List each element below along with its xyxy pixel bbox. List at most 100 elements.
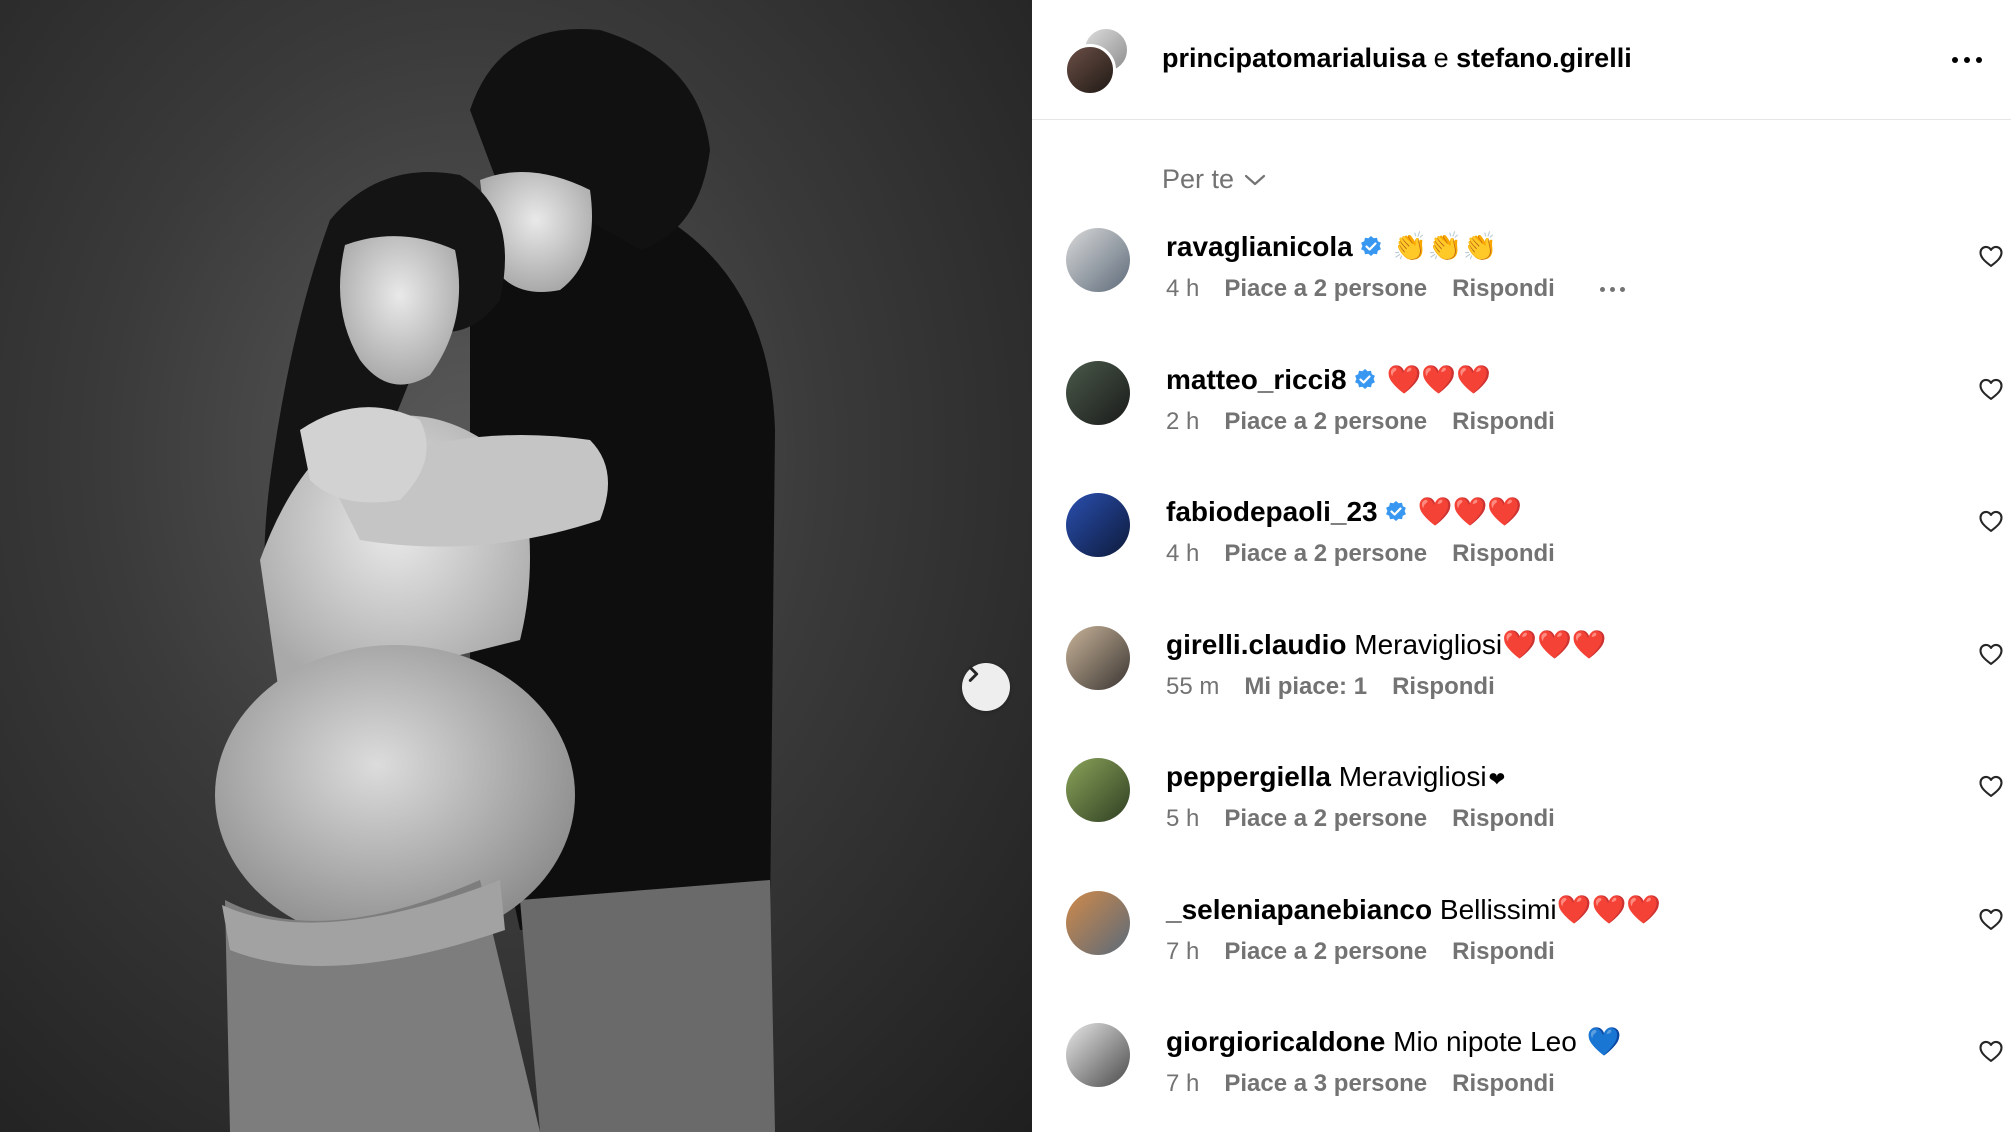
avatar[interactable] <box>1066 1023 1130 1087</box>
comment-likes[interactable]: Piace a 2 persone <box>1224 274 1427 304</box>
comment-time[interactable]: 5 h <box>1166 804 1199 834</box>
comment-item: _seleniapanebianco Bellissimi❤️❤️❤️ 7 h Pi… <box>1032 890 2011 1023</box>
avatar[interactable] <box>1066 758 1130 822</box>
comment-body: ravaglianicola 👏👏👏 <box>1166 228 1497 266</box>
comment-body: giorgioricaldone Mio nipote Leo 💙 <box>1166 1023 1622 1061</box>
dot <box>1964 57 1970 63</box>
comment-username[interactable]: matteo_ricci8 <box>1166 364 1347 395</box>
comment-text: Meravigliosi <box>1338 761 1487 792</box>
author-username[interactable]: principatomarialuisa <box>1162 43 1426 73</box>
comment-likes[interactable]: Piace a 3 persone <box>1224 1069 1427 1099</box>
avatar[interactable] <box>1066 890 1130 955</box>
reply-button[interactable]: Rispondi <box>1452 539 1555 569</box>
comment-meta: 5 h Piace a 2 persone Rispondi <box>1166 804 1555 834</box>
reply-button[interactable]: Rispondi <box>1452 274 1555 304</box>
comment-username[interactable]: _seleniapanebianco <box>1166 894 1432 925</box>
comment-item: giorgioricaldone Mio nipote Leo 💙 7 h Piace… <box>1032 1023 2011 1132</box>
couple-photo-illustration <box>215 29 775 1132</box>
comment-emoji: ❤️❤️❤️ <box>1556 892 1662 926</box>
comment-time[interactable]: 55 m <box>1166 672 1219 702</box>
comment-username[interactable]: ravaglianicola <box>1166 231 1353 262</box>
heart-outline-icon[interactable] <box>1977 1037 2005 1065</box>
comment-likes[interactable]: Piace a 2 persone <box>1224 937 1427 967</box>
reply-button[interactable]: Rispondi <box>1452 1069 1555 1099</box>
chevron-down-icon <box>1244 174 1266 185</box>
comment-item: fabiodepaoli_23 ❤️❤️❤️ 4 h Piace a 2 person… <box>1032 493 2011 625</box>
more-horizontal-icon <box>1599 286 1605 292</box>
reply-button[interactable]: Rispondi <box>1452 407 1555 437</box>
comment-emoji: ❤️❤️❤️ <box>1502 627 1607 661</box>
comment-username[interactable]: fabiodepaoli_23 <box>1166 496 1378 527</box>
comment-body: girelli.claudio Meravigliosi❤️❤️❤️ <box>1166 626 1607 664</box>
comment-body: fabiodepaoli_23 ❤️❤️❤️ <box>1166 493 1522 531</box>
comment-username[interactable]: giorgioricaldone <box>1166 1026 1385 1057</box>
verified-badge-icon <box>1354 368 1375 389</box>
comment-likes[interactable]: Mi piace: 1 <box>1244 672 1367 702</box>
comment-item: peppergiella Meravigliosi ❤ 5 h Piace a 2 p… <box>1032 758 2011 890</box>
heart-outline-icon[interactable] <box>1977 772 2005 800</box>
dot <box>1976 57 1982 63</box>
comment-time[interactable]: 2 h <box>1166 407 1199 437</box>
verified-badge-icon <box>1385 501 1406 521</box>
more-options-button[interactable] <box>1947 52 1987 68</box>
reply-button[interactable]: Rispondi <box>1452 804 1555 834</box>
comment-meta: 55 m Mi piace: 1 Rispondi <box>1166 672 1495 702</box>
avatar[interactable] <box>1066 493 1130 557</box>
more-horizontal-icon <box>1952 57 1958 63</box>
comment-emoji: 👏👏👏 <box>1392 230 1498 263</box>
comment-meta: 4 h Piace a 2 persone Rispondi <box>1166 274 1625 304</box>
comment-item: matteo_ricci8 ❤️❤️❤️ 2 h Piace a 2 persone R… <box>1032 360 2011 493</box>
heart-outline-icon[interactable] <box>1977 905 2005 933</box>
comment-emoji: 💙 <box>1586 1025 1622 1058</box>
author-joiner: e <box>1433 43 1449 73</box>
collab-avatars[interactable] <box>1064 26 1130 96</box>
avatar[interactable] <box>1066 360 1130 425</box>
comment-time[interactable]: 4 h <box>1166 539 1199 569</box>
comments-panel: principatomarialuisa e stefano.girelli P… <box>1032 0 2011 1132</box>
dot <box>1619 286 1625 292</box>
comment-username[interactable]: peppergiella <box>1166 761 1331 792</box>
comment-sort-dropdown[interactable]: Per te <box>1162 164 1266 195</box>
comment-likes[interactable]: Piace a 2 persone <box>1224 804 1427 834</box>
comment-emoji: ❤ <box>1488 767 1506 791</box>
comment-likes[interactable]: Piace a 2 persone <box>1224 407 1427 437</box>
comment-item: girelli.claudio Meravigliosi❤️❤️❤️ 55 m Mi… <box>1032 625 2011 758</box>
comment-emoji: ❤️❤️❤️ <box>1386 362 1492 396</box>
comment-text: Bellissimi <box>1439 893 1557 925</box>
avatar[interactable] <box>1066 228 1130 292</box>
comment-likes[interactable]: Piace a 2 persone <box>1224 539 1427 569</box>
avatar[interactable] <box>1064 44 1116 96</box>
heart-outline-icon[interactable] <box>1977 507 2005 535</box>
post-photo[interactable] <box>0 0 1032 1132</box>
avatar[interactable] <box>1066 625 1130 690</box>
reply-button[interactable]: Rispondi <box>1452 937 1555 967</box>
heart-outline-icon[interactable] <box>1977 375 2005 403</box>
post-header: principatomarialuisa e stefano.girelli <box>1032 0 2011 120</box>
verified-badge-icon <box>1360 236 1381 256</box>
dot <box>1609 286 1615 292</box>
comment-meta: 7 h Piace a 3 persone Rispondi <box>1166 1069 1555 1099</box>
reply-button[interactable]: Rispondi <box>1392 672 1495 702</box>
author-username[interactable]: stefano.girelli <box>1456 43 1632 73</box>
comment-meta: 7 h Piace a 2 persone Rispondi <box>1166 937 1555 967</box>
heart-outline-icon[interactable] <box>1977 242 2005 270</box>
comment-time[interactable]: 4 h <box>1166 274 1199 304</box>
comment-time[interactable]: 7 h <box>1166 1069 1199 1099</box>
comment-text: Mio nipote Leo <box>1393 1026 1577 1057</box>
comment-meta: 2 h Piace a 2 persone Rispondi <box>1166 407 1555 437</box>
comment-body: _seleniapanebianco Bellissimi❤️❤️❤️ <box>1166 891 1661 929</box>
comment-emoji: ❤️❤️❤️ <box>1417 495 1523 528</box>
comment-item: ravaglianicola 👏👏👏 4 h Piace a 2 persone Ris… <box>1032 228 2011 360</box>
comment-meta: 4 h Piace a 2 persone Rispondi <box>1166 539 1555 569</box>
sort-label: Per te <box>1162 164 1235 194</box>
chevron-right-icon <box>968 666 979 682</box>
carousel-next-button[interactable] <box>962 663 1010 711</box>
post-authors: principatomarialuisa e stefano.girelli <box>1162 40 1632 76</box>
comment-body: peppergiella Meravigliosi ❤ <box>1166 758 1505 798</box>
heart-outline-icon[interactable] <box>1977 640 2005 668</box>
comment-body: matteo_ricci8 ❤️❤️❤️ <box>1166 361 1491 399</box>
comment-username[interactable]: girelli.claudio <box>1166 629 1346 660</box>
comment-text: Meravigliosi <box>1354 628 1503 660</box>
comment-options-button[interactable] <box>1599 286 1625 292</box>
comment-time[interactable]: 7 h <box>1166 937 1199 967</box>
